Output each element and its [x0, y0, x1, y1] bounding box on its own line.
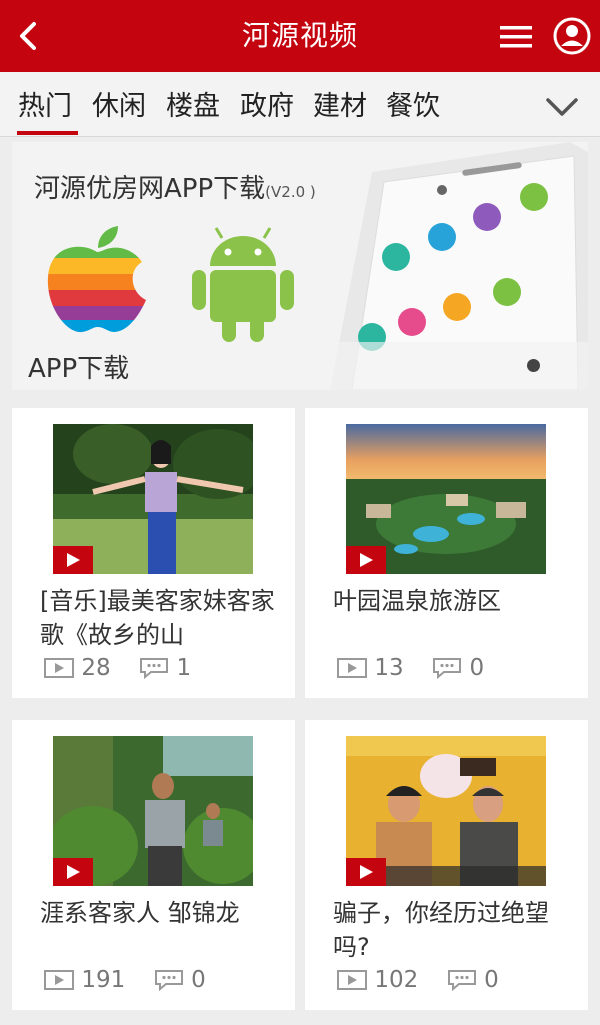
banner-title-text: 河源优房网APP下载 [34, 174, 266, 204]
play-icon[interactable] [53, 546, 93, 574]
tab-hot[interactable]: 热门 [18, 84, 72, 123]
top-app-bar: 河源视频 [0, 0, 600, 72]
video-title[interactable]: 叶园温泉旅游区 [333, 584, 573, 618]
tab-building-materials[interactable]: 建材 [313, 84, 367, 123]
view-count: 28 [81, 654, 111, 681]
banner-title: 河源优房网APP下载(V2.0 ) [34, 168, 316, 205]
active-tab-indicator [17, 131, 78, 135]
comments-icon [433, 657, 462, 679]
video-card[interactable]: 骗子，你经历过绝望吗? 102 0 [305, 720, 588, 1010]
comment-count: 0 [191, 966, 206, 993]
comment-count: 0 [484, 966, 499, 993]
video-stats: 191 0 [44, 966, 206, 996]
view-count: 191 [81, 966, 126, 993]
chevron-down-icon[interactable] [542, 88, 582, 124]
video-title[interactable]: 涯系客家人 邹锦龙 [40, 896, 280, 930]
tab-property[interactable]: 楼盘 [166, 84, 220, 123]
view-count: 13 [374, 654, 404, 681]
tab-government[interactable]: 政府 [240, 84, 294, 123]
tab-leisure[interactable]: 休闲 [92, 84, 146, 123]
play-icon[interactable] [346, 546, 386, 574]
video-thumbnail[interactable] [53, 424, 253, 574]
video-card[interactable]: 涯系客家人 邹锦龙 191 0 [12, 720, 295, 1010]
video-stats: 102 0 [337, 966, 499, 996]
play-icon[interactable] [53, 858, 93, 886]
carousel-indicator-dot[interactable] [527, 359, 540, 372]
video-thumbnail[interactable] [346, 424, 546, 574]
banner-subtitle: APP下载 [28, 354, 130, 384]
video-thumbnail[interactable] [346, 736, 546, 886]
video-stats: 13 0 [337, 654, 484, 684]
phone-mockup-image [322, 142, 588, 390]
video-card[interactable]: 叶园温泉旅游区 13 0 [305, 408, 588, 698]
video-title[interactable]: 骗子，你经历过绝望吗? [333, 896, 573, 964]
comments-icon [140, 657, 169, 679]
views-icon [44, 657, 74, 678]
user-circle-icon[interactable] [552, 16, 592, 56]
app-download-banner[interactable]: 河源优房网APP下载(V2.0 ) APP下载 [12, 142, 588, 390]
comments-icon [154, 969, 183, 991]
hamburger-menu-icon[interactable] [498, 22, 534, 52]
comments-icon [447, 969, 476, 991]
apple-logo-icon [47, 226, 146, 333]
category-tabs: 热门 休闲 楼盘 政府 建材 餐饮 [0, 72, 600, 137]
views-icon [337, 969, 367, 990]
banner-version: (V2.0 ) [265, 183, 316, 201]
views-icon [44, 969, 74, 990]
play-icon[interactable] [346, 858, 386, 886]
comment-count: 1 [176, 654, 192, 681]
video-thumbnail[interactable] [53, 736, 253, 886]
video-card[interactable]: [音乐]最美客家妹客家歌《故乡的山 28 1 [12, 408, 295, 698]
android-logo-icon [192, 227, 294, 342]
video-title[interactable]: [音乐]最美客家妹客家歌《故乡的山 [40, 584, 280, 652]
view-count: 102 [374, 966, 419, 993]
video-stats: 28 1 [44, 654, 191, 684]
views-icon [337, 657, 367, 678]
comment-count: 0 [469, 654, 485, 681]
tab-dining[interactable]: 餐饮 [386, 84, 440, 123]
